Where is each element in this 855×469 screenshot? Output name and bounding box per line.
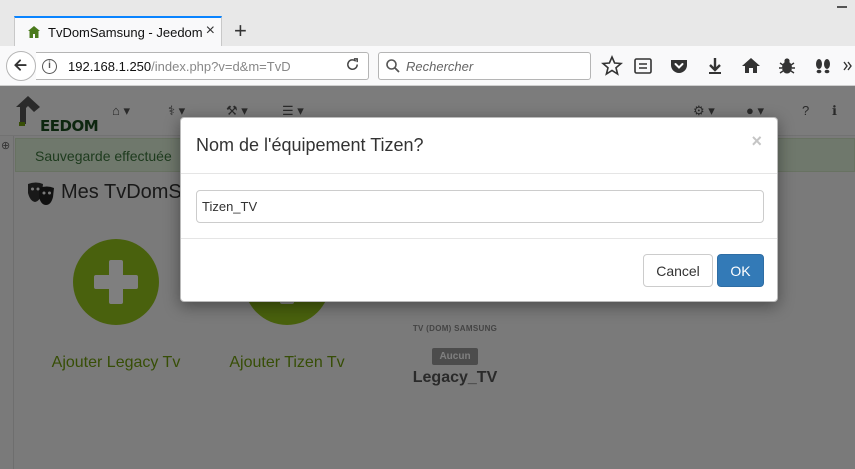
browser-tabstrip: TvDomSamsung - Jeedom × + bbox=[0, 0, 855, 46]
search-bar[interactable]: Rechercher bbox=[378, 52, 591, 80]
browser-navbar: i 192.168.1.250/index.php?v=d&m=TvD Rech… bbox=[0, 46, 855, 86]
overflow-menu-icon[interactable] bbox=[842, 54, 854, 78]
dialog-divider bbox=[181, 173, 777, 174]
reading-list-icon[interactable] bbox=[631, 54, 655, 78]
dialog-title: Nom de l'équipement Tizen? bbox=[196, 135, 424, 155]
jeedom-favicon-icon bbox=[28, 26, 40, 38]
footprint-icon[interactable] bbox=[811, 54, 835, 78]
tab-close-icon[interactable]: × bbox=[206, 22, 215, 40]
close-icon[interactable]: × bbox=[751, 131, 762, 152]
back-arrow-icon bbox=[14, 59, 27, 71]
ok-button[interactable]: OK bbox=[717, 254, 764, 287]
browser-tab[interactable]: TvDomSamsung - Jeedom × bbox=[14, 16, 222, 46]
reload-arrow-icon bbox=[347, 58, 358, 70]
pocket-icon[interactable] bbox=[667, 54, 691, 78]
cancel-button[interactable]: Cancel bbox=[643, 254, 713, 287]
url-text[interactable]: 192.168.1.250/index.php?v=d&m=TvD bbox=[68, 59, 308, 74]
name-prompt-dialog: Nom de l'équipement Tizen? × Cancel OK bbox=[180, 117, 778, 302]
dialog-divider bbox=[181, 238, 777, 239]
home-icon[interactable] bbox=[739, 54, 763, 78]
bug-icon[interactable] bbox=[775, 54, 799, 78]
tab-title: TvDomSamsung - Jeedom bbox=[48, 25, 203, 40]
url-bar[interactable]: i 192.168.1.250/index.php?v=d&m=TvD bbox=[36, 52, 369, 80]
info-icon[interactable]: i bbox=[42, 59, 57, 74]
equipment-name-input[interactable] bbox=[196, 190, 764, 223]
download-icon[interactable] bbox=[703, 54, 727, 78]
window-minimize-icon[interactable] bbox=[837, 6, 847, 8]
url-host: 192.168.1.250 bbox=[68, 59, 152, 74]
back-button[interactable] bbox=[6, 51, 36, 81]
new-tab-icon[interactable]: + bbox=[234, 20, 247, 42]
bookmark-star-icon[interactable] bbox=[600, 54, 624, 78]
search-icon bbox=[386, 59, 400, 73]
reload-icon[interactable] bbox=[345, 57, 360, 76]
url-path: /index.php?v=d&m=TvD bbox=[151, 59, 291, 74]
search-placeholder: Rechercher bbox=[406, 59, 474, 74]
